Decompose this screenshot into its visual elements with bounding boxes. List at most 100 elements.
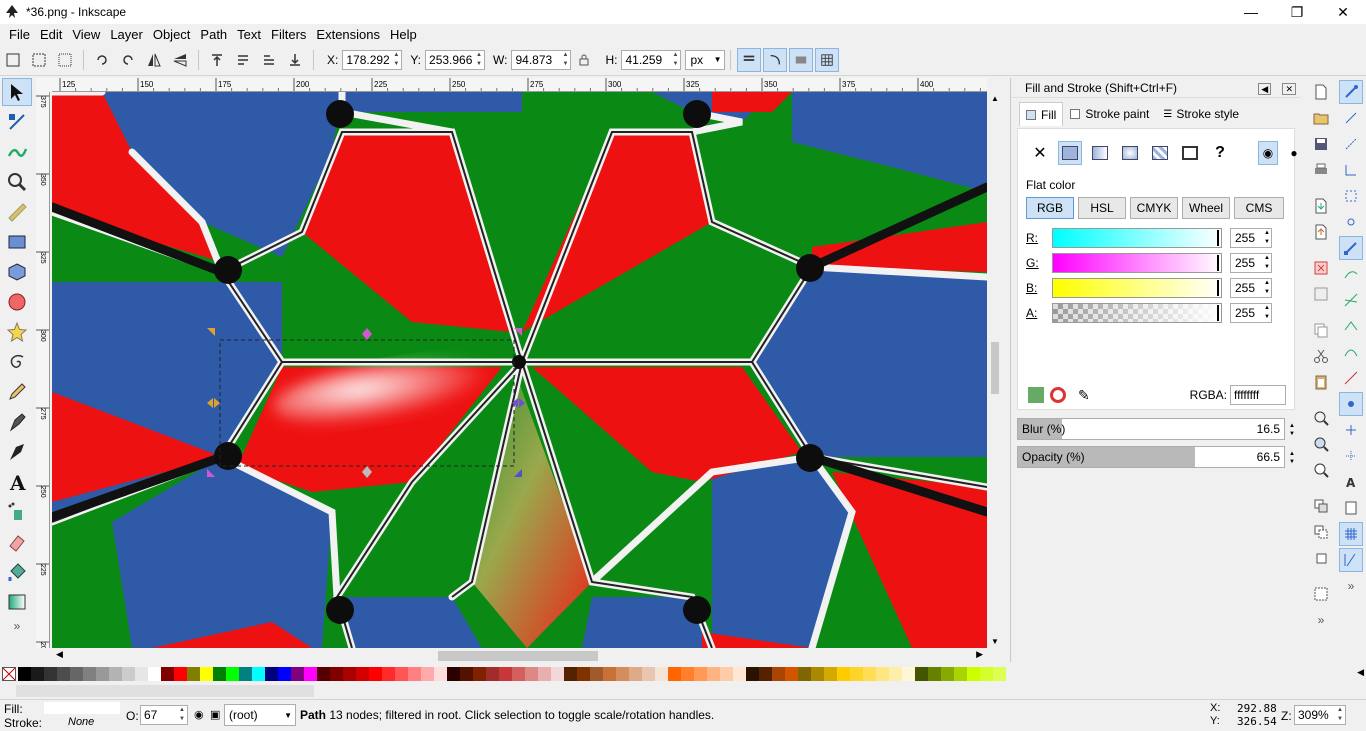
scale-radii-icon[interactable] — [763, 47, 788, 72]
palette-scrollbar[interactable] — [16, 685, 314, 697]
gradient-tool[interactable] — [2, 588, 32, 616]
paste-icon[interactable] — [1309, 370, 1333, 394]
expand-toolbox-icon[interactable]: » — [2, 618, 32, 634]
color-swatch[interactable] — [252, 667, 265, 681]
close-icon[interactable]: ✕ — [1320, 0, 1366, 24]
tab-stroke-paint[interactable]: Stroke paint — [1063, 102, 1156, 126]
mode-cms[interactable]: CMS — [1234, 197, 1284, 219]
raise-icon[interactable] — [231, 48, 255, 72]
flip-vertical-icon[interactable] — [168, 48, 192, 72]
snap-bbox-center-icon[interactable] — [1339, 210, 1363, 234]
color-swatch[interactable] — [44, 667, 57, 681]
radial-gradient-icon[interactable] — [1118, 141, 1142, 165]
copy-icon[interactable] — [1309, 318, 1333, 342]
color-swatch[interactable] — [811, 667, 824, 681]
snap-toggle-icon[interactable] — [1339, 80, 1363, 104]
color-swatch[interactable] — [993, 667, 1006, 681]
opacity-slider[interactable]: Opacity (%) 66.5 — [1017, 446, 1285, 468]
menu-path[interactable]: Path — [195, 27, 232, 42]
minimize-icon[interactable]: — — [1228, 0, 1274, 24]
drawing-canvas[interactable] — [52, 92, 987, 648]
color-swatch[interactable] — [967, 667, 980, 681]
menu-view[interactable]: View — [67, 27, 105, 42]
color-swatch[interactable] — [902, 667, 915, 681]
color-swatch[interactable] — [616, 667, 629, 681]
color-swatch[interactable] — [824, 667, 837, 681]
x-spin-arrows[interactable]: ▲ ▼ — [391, 51, 401, 69]
cut-icon[interactable] — [1309, 344, 1333, 368]
zoom-tool[interactable] — [2, 168, 32, 196]
select-all-layers-icon[interactable] — [27, 48, 51, 72]
collapse-dock-icon[interactable]: ◀ — [1258, 82, 1272, 95]
palette-menu-icon[interactable]: ◀ — [1357, 667, 1364, 678]
pen-tool[interactable] — [2, 408, 32, 436]
horizontal-ruler[interactable]: 125 150 175 200 225 250 275 300 325 350 375 400 — [52, 78, 987, 92]
color-swatch[interactable] — [369, 667, 382, 681]
opacity-status-arrows[interactable]: ▲ ▼ — [177, 706, 187, 724]
color-swatch[interactable] — [603, 667, 616, 681]
mode-cmyk[interactable]: CMYK — [1130, 197, 1178, 219]
lock-icon[interactable] — [572, 48, 596, 72]
rectangle-tool[interactable] — [2, 228, 32, 256]
redo-icon[interactable] — [1309, 282, 1333, 306]
color-swatch[interactable] — [954, 667, 967, 681]
mode-wheel[interactable]: Wheel — [1182, 197, 1230, 219]
tab-fill[interactable]: Fill — [1019, 102, 1064, 126]
scroll-down-icon[interactable]: ▼ — [991, 637, 999, 646]
color-swatch[interactable] — [148, 667, 161, 681]
a-spin[interactable]: 255 ▲ ▼ — [1230, 303, 1272, 323]
snap-bbox-corner-icon[interactable] — [1339, 158, 1363, 182]
y-spin-arrows[interactable]: ▲ ▼ — [474, 51, 484, 69]
color-swatch[interactable] — [161, 667, 174, 681]
no-paint-icon[interactable]: ✕ — [1028, 141, 1052, 165]
close-dock-icon[interactable]: ✕ — [1282, 82, 1296, 95]
linear-gradient-icon[interactable] — [1088, 141, 1112, 165]
scale-stroke-icon[interactable] — [737, 47, 762, 72]
pencil-tool[interactable] — [2, 378, 32, 406]
color-swatch[interactable] — [798, 667, 811, 681]
color-swatch[interactable] — [278, 667, 291, 681]
snap-object-centers-icon[interactable] — [1339, 418, 1363, 442]
menu-text[interactable]: Text — [232, 27, 266, 42]
color-swatch[interactable] — [317, 667, 330, 681]
color-swatch[interactable] — [694, 667, 707, 681]
color-swatch[interactable] — [746, 667, 759, 681]
color-swatch[interactable] — [187, 667, 200, 681]
color-swatch[interactable] — [551, 667, 564, 681]
menu-help[interactable]: Help — [385, 27, 422, 42]
snap-guides-icon[interactable] — [1339, 548, 1363, 572]
zoom-input[interactable] — [1295, 706, 1335, 724]
color-swatch[interactable] — [590, 667, 603, 681]
snap-grid-icon[interactable] — [1339, 522, 1363, 546]
snap-bbox-icon[interactable] — [1339, 106, 1363, 130]
snap-midpoints-icon[interactable] — [1339, 366, 1363, 390]
snap-nodes-icon[interactable] — [1339, 236, 1363, 260]
color-swatch[interactable] — [122, 667, 135, 681]
color-swatch[interactable] — [356, 667, 369, 681]
rotate-ccw-icon[interactable] — [90, 48, 114, 72]
spray-tool[interactable] — [2, 498, 32, 526]
color-swatch[interactable] — [499, 667, 512, 681]
blur-slider[interactable]: Blur (%) 16.5 — [1017, 418, 1285, 440]
snap-page-border-icon[interactable] — [1339, 496, 1363, 520]
color-swatch[interactable] — [863, 667, 876, 681]
color-swatch[interactable] — [174, 667, 187, 681]
h-spin-arrows[interactable]: ▲ ▼ — [670, 51, 680, 69]
color-swatch[interactable] — [629, 667, 642, 681]
color-swatch[interactable] — [395, 667, 408, 681]
x-input[interactable] — [343, 50, 392, 69]
layer-visibility-icon[interactable]: ◉ — [194, 708, 204, 721]
raise-to-top-icon[interactable] — [205, 48, 229, 72]
opacity-field[interactable]: ▲▼ — [140, 705, 188, 725]
swatch-icon[interactable] — [1178, 141, 1202, 165]
import-icon[interactable] — [1309, 194, 1333, 218]
menu-filters[interactable]: Filters — [266, 27, 311, 42]
layer-select[interactable]: (root) ▼ — [224, 704, 296, 726]
unlink-clone-icon[interactable] — [1309, 546, 1333, 570]
color-swatch[interactable] — [668, 667, 681, 681]
open-icon[interactable] — [1309, 106, 1333, 130]
r-slider[interactable] — [1052, 228, 1222, 248]
g-spin[interactable]: 255 ▲ ▼ — [1230, 253, 1272, 273]
vertical-ruler[interactable]: 375350325300275250225200175 — [36, 92, 50, 648]
selector-tool[interactable] — [2, 78, 32, 106]
